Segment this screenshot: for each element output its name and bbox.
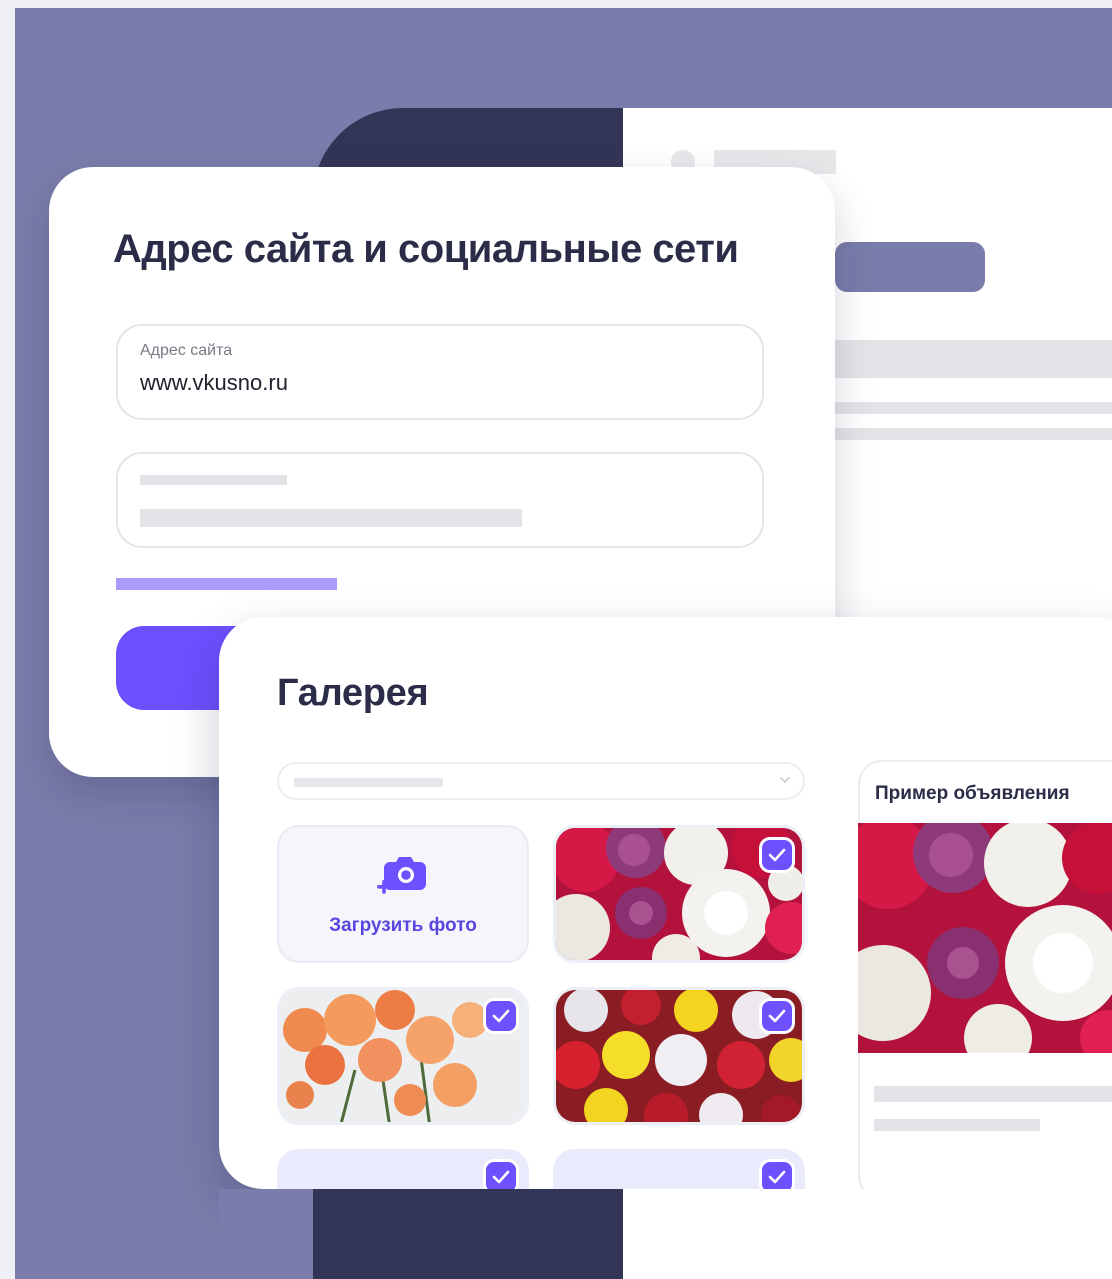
social-field-label-placeholder	[140, 475, 287, 485]
website-field-label: Адрес сайта	[140, 342, 233, 359]
ad-example-text-placeholder	[874, 1086, 1112, 1102]
add-link-placeholder[interactable]	[116, 578, 337, 590]
page-skeleton-line	[835, 402, 1112, 414]
page-skeleton-bar	[835, 340, 1112, 378]
social-field-value-placeholder	[140, 509, 522, 527]
page-button-placeholder	[835, 242, 985, 292]
photo-selected-checkbox[interactable]	[486, 1001, 516, 1031]
checkmark-icon	[768, 848, 786, 862]
photo-selected-checkbox[interactable]	[762, 840, 792, 870]
social-field[interactable]	[116, 452, 764, 548]
add-photo-icon	[376, 852, 430, 898]
upload-photo-label: Загрузить фото	[329, 915, 477, 936]
checkmark-icon	[492, 1009, 510, 1023]
photo-selected-checkbox[interactable]	[762, 1162, 792, 1192]
checkmark-icon	[768, 1170, 786, 1184]
preview-page	[623, 1189, 1112, 1279]
site-settings-title: Адрес сайта и социальные сети	[113, 227, 739, 271]
checkmark-icon	[768, 1009, 786, 1023]
photo-selected-checkbox[interactable]	[762, 1001, 792, 1031]
checkmark-icon	[492, 1170, 510, 1184]
album-select-placeholder	[294, 778, 443, 787]
photo-selected-checkbox[interactable]	[486, 1162, 516, 1192]
ad-example-image	[858, 823, 1112, 1053]
decorative-dark-block	[313, 1189, 623, 1279]
ad-example-text-placeholder	[874, 1119, 1040, 1131]
website-field-value[interactable]: www.vkusno.ru	[140, 370, 288, 396]
background-panel	[219, 1189, 313, 1279]
page-skeleton-line	[835, 428, 1112, 440]
ad-example-title: Пример объявления	[875, 783, 1070, 804]
gallery-title: Галерея	[277, 672, 429, 714]
chevron-down-icon	[778, 773, 792, 787]
